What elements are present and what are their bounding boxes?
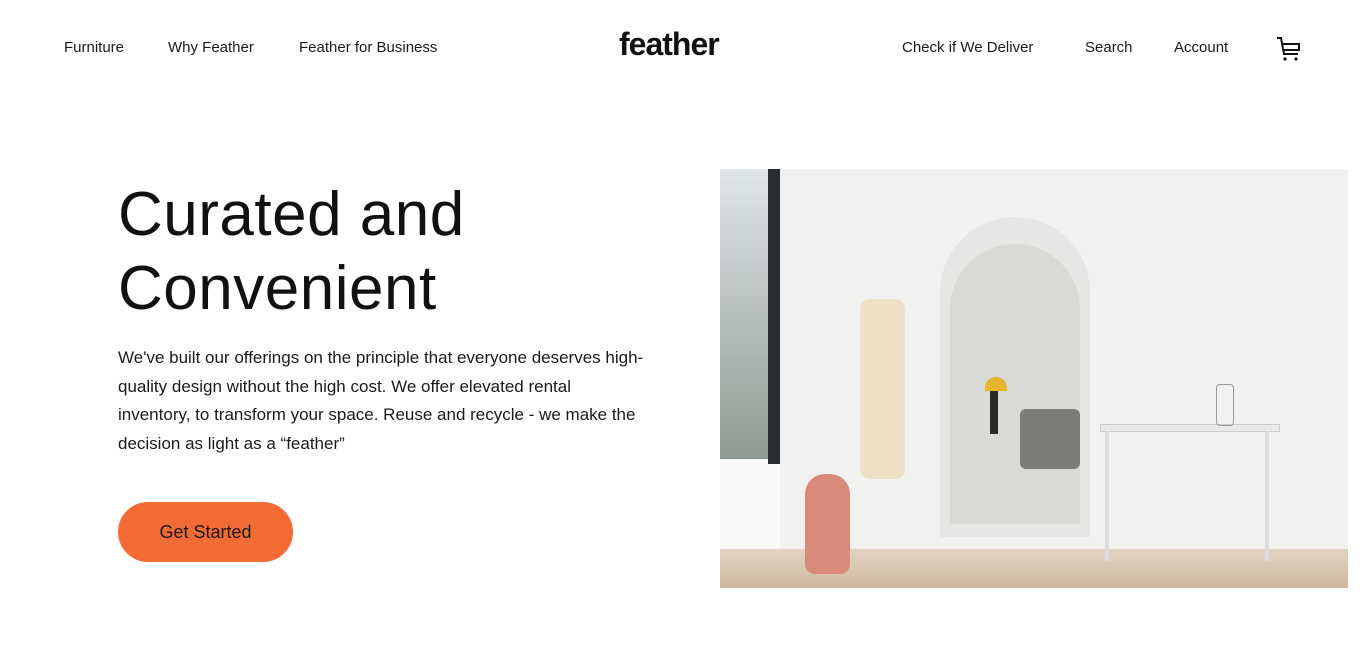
logo[interactable]: feather (619, 26, 720, 63)
hero-description: We've built our offerings on the princip… (118, 348, 644, 453)
nav-check-delivery[interactable]: Check if We Deliver (902, 39, 1033, 56)
nav-account[interactable]: Account (1174, 39, 1228, 56)
nav-why-feather[interactable]: Why Feather (168, 39, 254, 56)
cart-icon[interactable] (1275, 35, 1303, 63)
hero-image (720, 169, 1348, 588)
hero-title: Curated and Convenient (118, 180, 465, 323)
get-started-button[interactable]: Get Started (118, 502, 293, 562)
nav-feather-for-business[interactable]: Feather for Business (299, 39, 437, 56)
nav-search[interactable]: Search (1085, 39, 1133, 56)
nav-furniture[interactable]: Furniture (64, 39, 124, 56)
